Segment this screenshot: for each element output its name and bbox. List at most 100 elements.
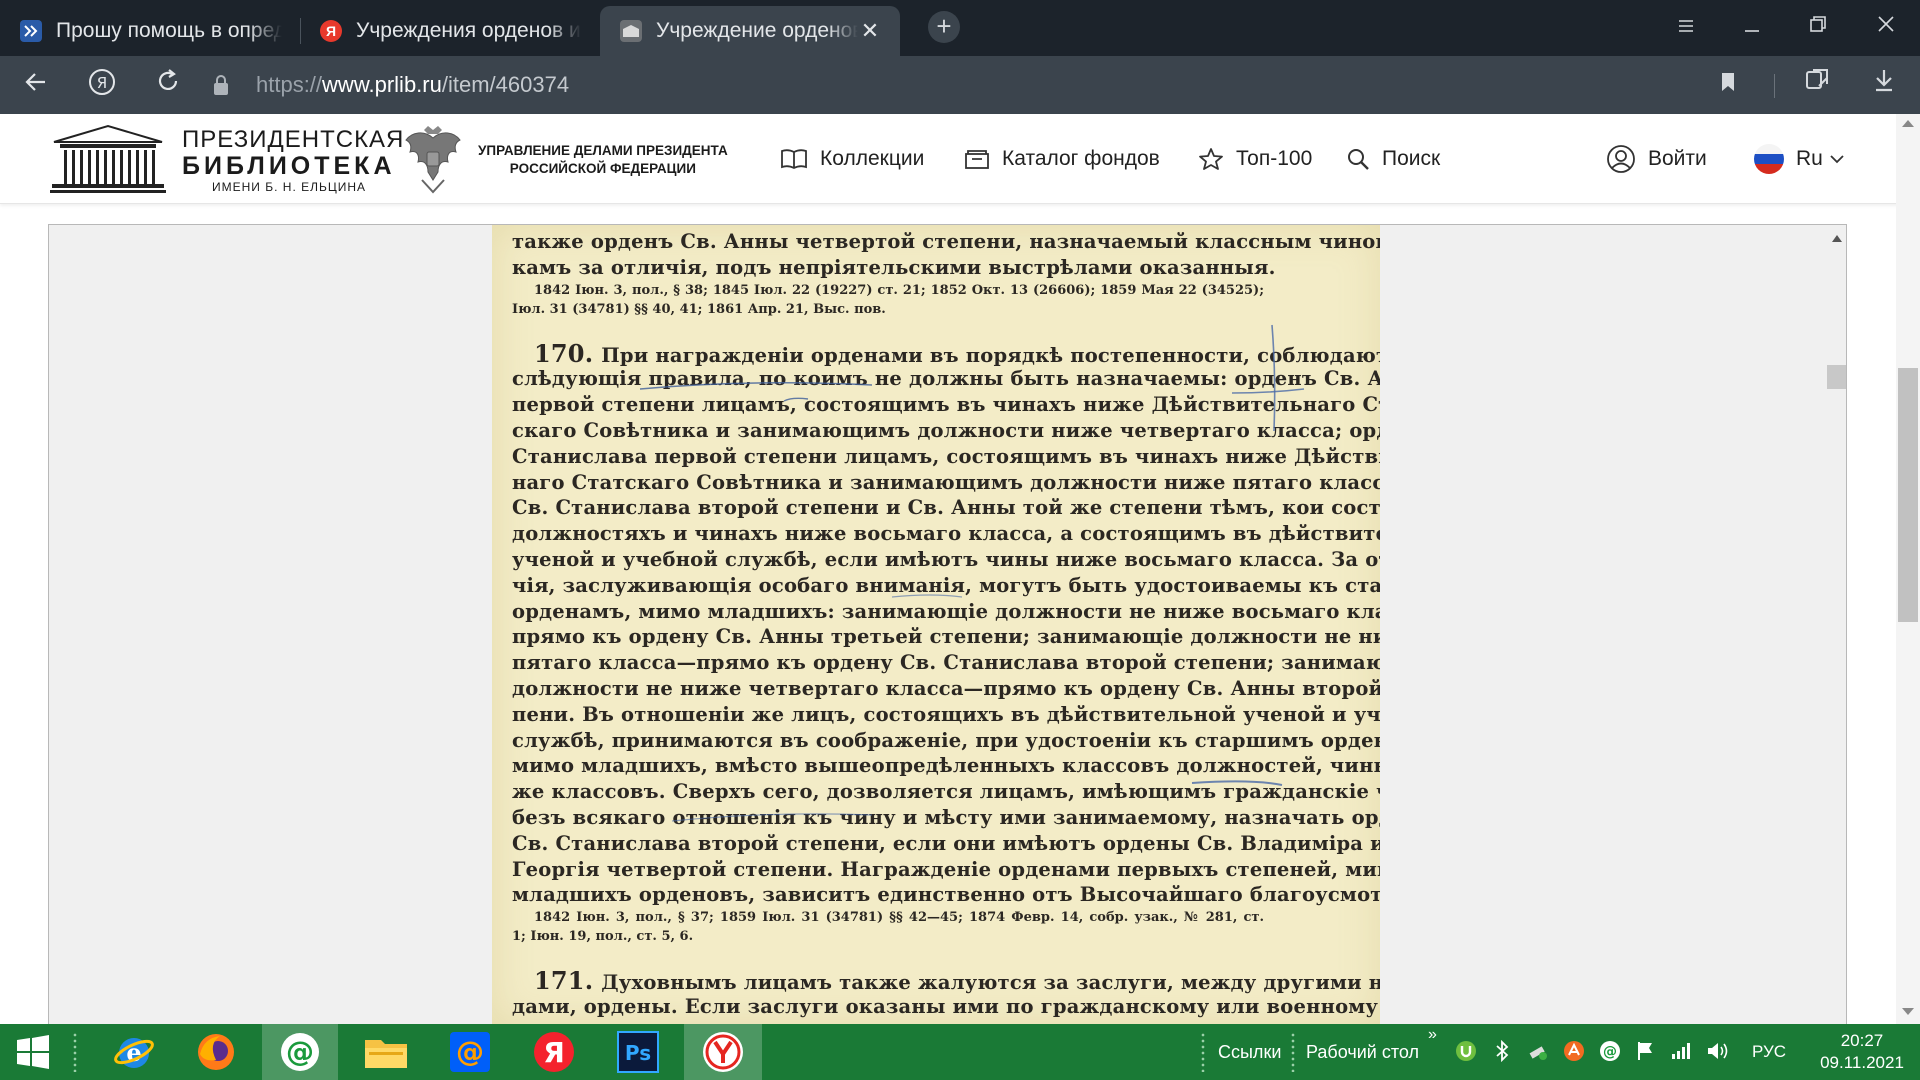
windows-taskbar: e @ @ Я Ps Ссылки Рабочий стол » @ РУС 2… <box>0 1024 1920 1080</box>
svg-text:@: @ <box>1603 1044 1617 1060</box>
volume-tray-icon[interactable] <box>1706 1040 1730 1064</box>
menu-top100[interactable]: Топ-100 <box>1198 142 1312 176</box>
presidential-administration-label: УПРАВЛЕНИЕ ДЕЛАМИ ПРЕЗИДЕНТА РОССИЙСКОЙ … <box>478 142 728 178</box>
language-selector[interactable]: Ru <box>1754 142 1845 176</box>
scanned-page[interactable]: также орденъ Св. Анны четвертой степени,… <box>492 225 1380 1024</box>
double-headed-eagle-emblem-icon <box>405 126 461 194</box>
url-host: www.prlib.ru <box>322 72 442 97</box>
catalog-folder-icon <box>965 150 989 169</box>
mail-agent-tray-icon[interactable]: @ <box>1598 1040 1622 1064</box>
viewer-scroll-up-icon[interactable] <box>1832 235 1842 242</box>
site-header: ПРЕЗИДЕНТСКАЯ БИБЛИОТЕКА ИМЕНИ Б. Н. ЕЛЬ… <box>0 114 1920 204</box>
lock-icon[interactable] <box>212 74 230 96</box>
svg-text:Ps: Ps <box>625 1041 651 1065</box>
library-favicon-icon <box>620 20 642 42</box>
new-tab-button[interactable]: + <box>928 11 960 43</box>
yandex-favicon-icon: Я <box>320 20 342 42</box>
language-label: Ru <box>1796 147 1823 170</box>
address-bar: Я https://www.prlib.ru/item/460374 <box>0 56 1920 114</box>
browser-tab-bar: Прошу помощь в определении Я Учреждения … <box>0 0 1920 56</box>
taskbar-grip <box>72 1032 78 1072</box>
reload-icon[interactable] <box>150 68 186 104</box>
logo-line-presidential: ПРЕЗИДЕНТСКАЯ <box>182 126 405 153</box>
book-icon <box>781 149 807 170</box>
logo-line-yeltsin: ИМЕНИ Б. Н. ЕЛЬЦИНА <box>212 180 367 194</box>
chevron-down-icon <box>1830 155 1844 164</box>
input-language-indicator[interactable]: РУС <box>1752 1042 1786 1062</box>
library-logo-text[interactable]: ПРЕЗИДЕНТСКАЯ БИБЛИОТЕКА ИМЕНИ Б. Н. ЕЛЬ… <box>182 126 405 195</box>
links-toolbar-label[interactable]: Ссылки <box>1218 1042 1281 1063</box>
toolbar-divider <box>1774 74 1775 98</box>
menu-label: Каталог фондов <box>1002 147 1160 170</box>
mail-ru-icon[interactable]: @ <box>432 1024 508 1080</box>
back-arrow-icon[interactable] <box>18 68 54 104</box>
utorrent-tray-icon[interactable] <box>1454 1040 1478 1064</box>
download-icon[interactable] <box>1866 68 1902 104</box>
firefox-icon[interactable] <box>178 1024 254 1080</box>
bluetooth-tray-icon[interactable] <box>1490 1039 1514 1064</box>
svg-text:@: @ <box>456 1035 484 1068</box>
tab-title: Учреждение орденов и <box>656 19 858 42</box>
scroll-up-icon[interactable] <box>1902 120 1914 127</box>
desktop-toolbar-label[interactable]: Рабочий стол <box>1306 1042 1419 1063</box>
clock-time: 20:27 <box>1840 1031 1884 1050</box>
tabs-menu-icon[interactable] <box>1666 8 1706 44</box>
taskbar-grip <box>1200 1032 1206 1072</box>
login-button[interactable]: Войти <box>1606 142 1707 176</box>
russian-flag-icon <box>1754 144 1784 174</box>
login-label: Войти <box>1648 147 1707 170</box>
library-building-logo-icon[interactable] <box>50 122 166 194</box>
admin-line-2: РОССИЙСКОЙ ФЕДЕРАЦИИ <box>509 161 696 176</box>
menu-label: Топ-100 <box>1236 147 1313 170</box>
document-viewer[interactable]: также орденъ Св. Анны четвертой степени,… <box>48 224 1847 1024</box>
menu-collections[interactable]: Коллекции <box>780 142 924 176</box>
restore-window-icon[interactable] <box>1798 8 1838 44</box>
menu-label: Коллекции <box>820 147 925 170</box>
page-scroll-thumb[interactable] <box>1898 368 1918 622</box>
tab-title: Учреждения орденов и других <box>356 19 582 42</box>
svg-text:@: @ <box>286 1035 314 1068</box>
tab-help-request[interactable]: Прошу помощь в определении <box>0 6 300 56</box>
taskbar-clock[interactable]: 20:27 09.11.2021 <box>1812 1030 1912 1074</box>
viewer-scroll-thumb[interactable] <box>1827 365 1846 389</box>
yandex-browser-icon[interactable] <box>684 1024 762 1080</box>
toolbar-overflow-chevron[interactable]: » <box>1428 1026 1437 1044</box>
menu-catalog[interactable]: Каталог фондов <box>964 142 1160 176</box>
search-icon <box>1348 149 1369 170</box>
windows-start-icon[interactable] <box>0 1024 66 1080</box>
bookmark-icon[interactable] <box>1710 68 1746 104</box>
safely-remove-hardware-tray-icon[interactable] <box>1526 1040 1550 1064</box>
photoshop-icon[interactable]: Ps <box>600 1024 676 1080</box>
action-center-flag-tray-icon[interactable] <box>1634 1040 1658 1064</box>
close-tab-icon[interactable]: ✕ <box>858 19 882 43</box>
menu-search[interactable]: Поиск <box>1346 142 1440 176</box>
yandex-icon[interactable]: Я <box>516 1024 592 1080</box>
menu-label: Поиск <box>1382 147 1441 170</box>
close-window-icon[interactable] <box>1866 8 1906 44</box>
yandex-button[interactable]: Я <box>84 68 120 104</box>
collections-icon[interactable] <box>1800 68 1836 104</box>
network-signal-tray-icon[interactable] <box>1670 1040 1694 1064</box>
avast-tray-icon[interactable] <box>1562 1040 1586 1064</box>
logo-line-library: БИБЛИОТЕКА <box>182 152 396 180</box>
url-protocol: https:// <box>256 72 323 97</box>
admin-line-1: УПРАВЛЕНИЕ ДЕЛАМИ ПРЕЗИДЕНТА <box>478 143 728 158</box>
tab-active-prlib[interactable]: Учреждение орденов и ✕ <box>600 6 900 56</box>
url-field[interactable]: https://www.prlib.ru/item/460374 <box>256 66 1706 104</box>
star-icon <box>1199 148 1223 170</box>
svg-text:Я: Я <box>543 1036 565 1069</box>
url-path: /item/460374 <box>441 72 570 97</box>
internet-explorer-icon[interactable]: e <box>96 1024 172 1080</box>
mail-agent-icon[interactable]: @ <box>262 1024 338 1080</box>
taskbar-grip <box>1290 1032 1296 1072</box>
user-icon <box>1607 145 1635 173</box>
clock-date: 09.11.2021 <box>1820 1053 1904 1072</box>
minimize-window-icon[interactable] <box>1732 8 1772 44</box>
site-favicon-icon <box>20 20 42 42</box>
svg-text:Я: Я <box>97 74 107 92</box>
scroll-down-icon[interactable] <box>1902 1008 1914 1015</box>
file-explorer-icon[interactable] <box>348 1024 424 1080</box>
pencil-annotation-marks <box>639 324 1305 822</box>
tab-orders-establishments[interactable]: Я Учреждения орденов и других <box>300 6 600 56</box>
tab-title: Прошу помощь в определении <box>56 19 282 42</box>
